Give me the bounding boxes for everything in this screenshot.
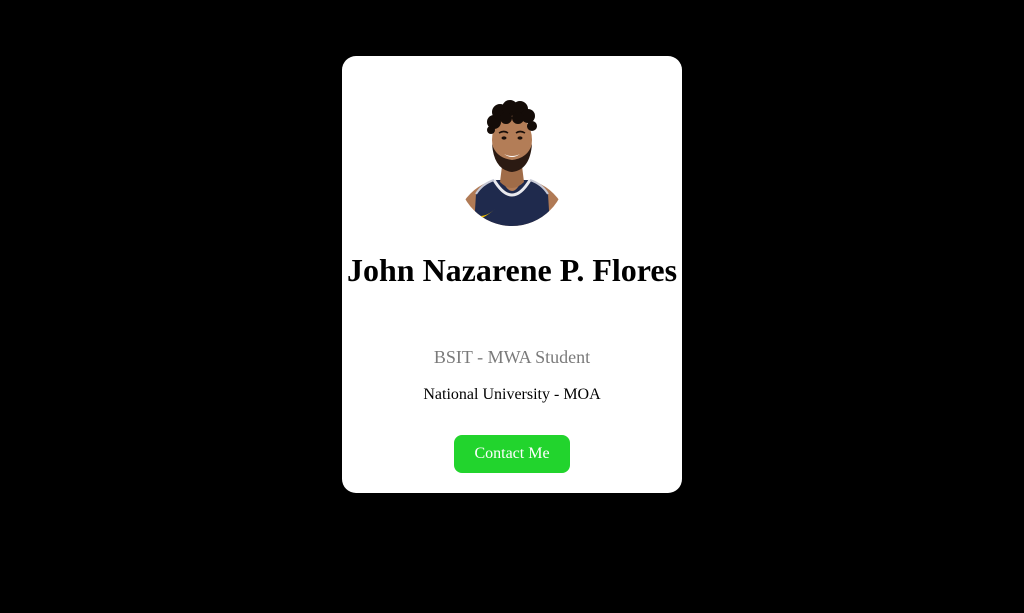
contact-me-button[interactable]: Contact Me bbox=[454, 435, 570, 473]
profile-school: National University - MOA bbox=[423, 386, 601, 403]
profile-name: John Nazarene P. Flores bbox=[346, 252, 678, 288]
profile-role: BSIT - MWA Student bbox=[433, 347, 591, 367]
profile-card: John Nazarene P. Flores BSIT - MWA Stude… bbox=[342, 56, 682, 493]
profile-avatar bbox=[458, 82, 566, 226]
